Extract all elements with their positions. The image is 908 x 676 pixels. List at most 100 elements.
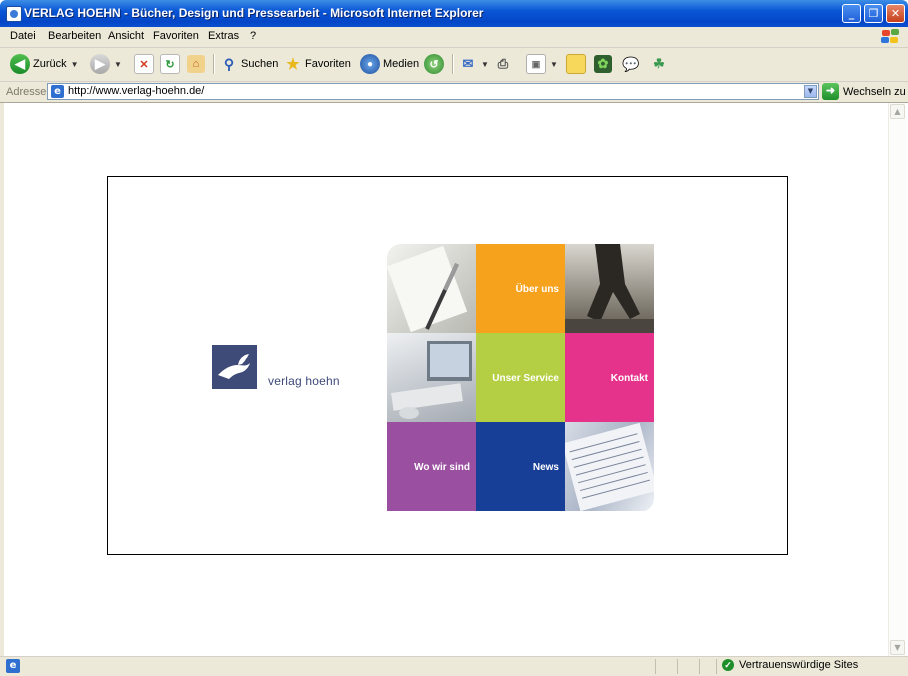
address-bar: Adresse e http://www.verlag-hoehn.de/ ▼ … (0, 82, 908, 103)
history-button[interactable]: ↺ (424, 52, 444, 76)
go-button[interactable]: ➜ Wechseln zu (822, 83, 906, 100)
edit-icon: ▣ (526, 54, 546, 74)
photo-notepad-pen (387, 244, 476, 333)
messenger-button[interactable]: ✿ (594, 52, 612, 76)
search-label: Suchen (241, 58, 279, 70)
menu-favoriten[interactable]: Favoriten (153, 30, 199, 42)
media-icon: ● (360, 54, 380, 74)
refresh-icon: ↻ (160, 54, 180, 74)
favorites-button[interactable]: ★ Favoriten (284, 52, 351, 76)
chevron-down-icon[interactable]: ▼ (114, 60, 122, 69)
tile-label-kontakt: Kontakt (610, 373, 648, 384)
toolbar-separator (213, 54, 215, 74)
scroll-up-arrow-icon[interactable]: ▲ (890, 104, 905, 119)
menu-ansicht[interactable]: Ansicht (108, 30, 144, 42)
title-bar: VERLAG HOEHN - Bücher, Design und Presse… (0, 0, 908, 27)
history-icon: ↺ (424, 54, 444, 74)
go-arrow-icon: ➜ (822, 83, 839, 100)
notes-button[interactable] (566, 52, 586, 76)
messenger-icon: ✿ (594, 55, 612, 73)
photo-newspaper (562, 422, 654, 512)
stop-icon: ✕ (134, 54, 154, 74)
menu-bearbeiten[interactable]: Bearbeiten (48, 30, 101, 42)
tile-label-unser-service: Unser Service (492, 373, 559, 384)
go-label: Wechseln zu (843, 85, 906, 98)
print-button[interactable]: ⎙ (494, 52, 512, 76)
status-pane (655, 659, 656, 674)
logo-text: verlag hoehn (268, 374, 340, 388)
favorites-star-icon: ★ (286, 56, 300, 73)
maximize-button[interactable]: ❐ (864, 4, 883, 23)
forward-button[interactable]: ▶ ▼ (90, 52, 122, 76)
chevron-down-icon[interactable]: ▼ (481, 60, 489, 69)
chevron-down-icon[interactable]: ▼ (804, 85, 817, 98)
chevron-down-icon[interactable]: ▼ (71, 60, 79, 69)
favorites-label: Favoriten (305, 58, 351, 70)
home-button[interactable]: ⌂ (187, 52, 205, 76)
navigation-grid: Über uns Unser Service Kontakt Wo wir si… (387, 244, 654, 512)
media-button[interactable]: ● Medien (360, 52, 419, 76)
status-pane (677, 659, 678, 674)
tile-kontakt[interactable]: Kontakt (565, 333, 654, 422)
security-zone-label: Vertrauenswürdige Sites (739, 659, 859, 671)
chevron-down-icon[interactable]: ▼ (550, 60, 558, 69)
tile-wo-wir-sind[interactable]: Wo wir sind (387, 422, 476, 511)
notes-icon (566, 54, 586, 74)
status-pane (699, 659, 700, 674)
newspaper-image (562, 422, 654, 512)
forward-arrow-icon: ▶ (90, 54, 110, 74)
verlag-hoehn-logo-icon[interactable] (212, 345, 257, 389)
media-label: Medien (383, 58, 420, 70)
bird-logo-icon (218, 354, 250, 379)
notepad-pen-image (387, 245, 468, 333)
tile-label-wo-wir-sind: Wo wir sind (414, 462, 470, 473)
research-icon: ☘ (653, 56, 665, 71)
search-button[interactable]: ⚲ Suchen (220, 52, 278, 76)
search-icon: ⚲ (223, 55, 235, 72)
back-arrow-icon: ◀ (10, 54, 30, 74)
status-pane (716, 659, 717, 674)
menu-extras[interactable]: Extras (208, 30, 239, 42)
stop-button[interactable]: ✕ (134, 52, 154, 76)
toolbar: ◀ Zurück ▼ ▶ ▼ ✕ ↻ ⌂ ⚲ Suchen ★ Favorite… (0, 48, 908, 82)
discuss-button[interactable]: 💬 (622, 52, 640, 76)
vertical-scrollbar[interactable]: ▲ ▼ (888, 103, 906, 656)
window-title: VERLAG HOEHN - Bücher, Design und Presse… (24, 6, 484, 20)
menu-bar: Datei Bearbeiten Ansicht Favoriten Extra… (0, 27, 908, 48)
ie-page-icon: e (51, 85, 64, 98)
photo-businessman-walking (565, 244, 654, 333)
tile-label-ueber-uns: Über uns (515, 284, 559, 295)
address-input[interactable]: e http://www.verlag-hoehn.de/ ▼ (47, 83, 819, 100)
computer-image (391, 341, 472, 419)
discuss-icon: 💬 (622, 55, 640, 72)
print-icon: ⎙ (497, 56, 509, 71)
edit-button[interactable]: ▣ ▼ (526, 52, 558, 76)
tile-unser-service[interactable]: Unser Service (476, 333, 565, 422)
ie-page-icon: e (6, 659, 20, 673)
status-bar: e ✓ Vertrauenswürdige Sites (0, 656, 908, 676)
trusted-sites-icon: ✓ (722, 659, 734, 671)
photo-computer-keyboard (387, 333, 476, 422)
tile-ueber-uns[interactable]: Über uns (476, 244, 565, 333)
windows-logo-icon (880, 29, 900, 45)
mail-button[interactable]: ✉ ▼ (459, 52, 489, 76)
tile-label-news: News (532, 462, 559, 473)
back-label: Zurück (33, 58, 67, 70)
refresh-button[interactable]: ↻ (160, 52, 180, 76)
address-url[interactable]: http://www.verlag-hoehn.de/ (68, 85, 204, 97)
security-zone[interactable]: ✓ Vertrauenswürdige Sites (722, 659, 858, 671)
toolbar-separator (452, 54, 454, 74)
home-icon: ⌂ (187, 55, 205, 73)
research-button[interactable]: ☘ (650, 52, 668, 76)
mail-icon: ✉ (462, 56, 474, 71)
address-label: Adresse (6, 86, 47, 98)
businessman-image (565, 244, 654, 333)
ie-page-icon (6, 6, 22, 22)
minimize-button[interactable]: _ (842, 4, 861, 23)
tile-news[interactable]: News (476, 422, 565, 511)
menu-help[interactable]: ? (250, 30, 256, 42)
close-button[interactable]: ✕ (886, 4, 905, 23)
scroll-down-arrow-icon[interactable]: ▼ (890, 640, 905, 655)
back-button[interactable]: ◀ Zurück ▼ (10, 52, 79, 76)
menu-datei[interactable]: Datei (10, 30, 36, 42)
